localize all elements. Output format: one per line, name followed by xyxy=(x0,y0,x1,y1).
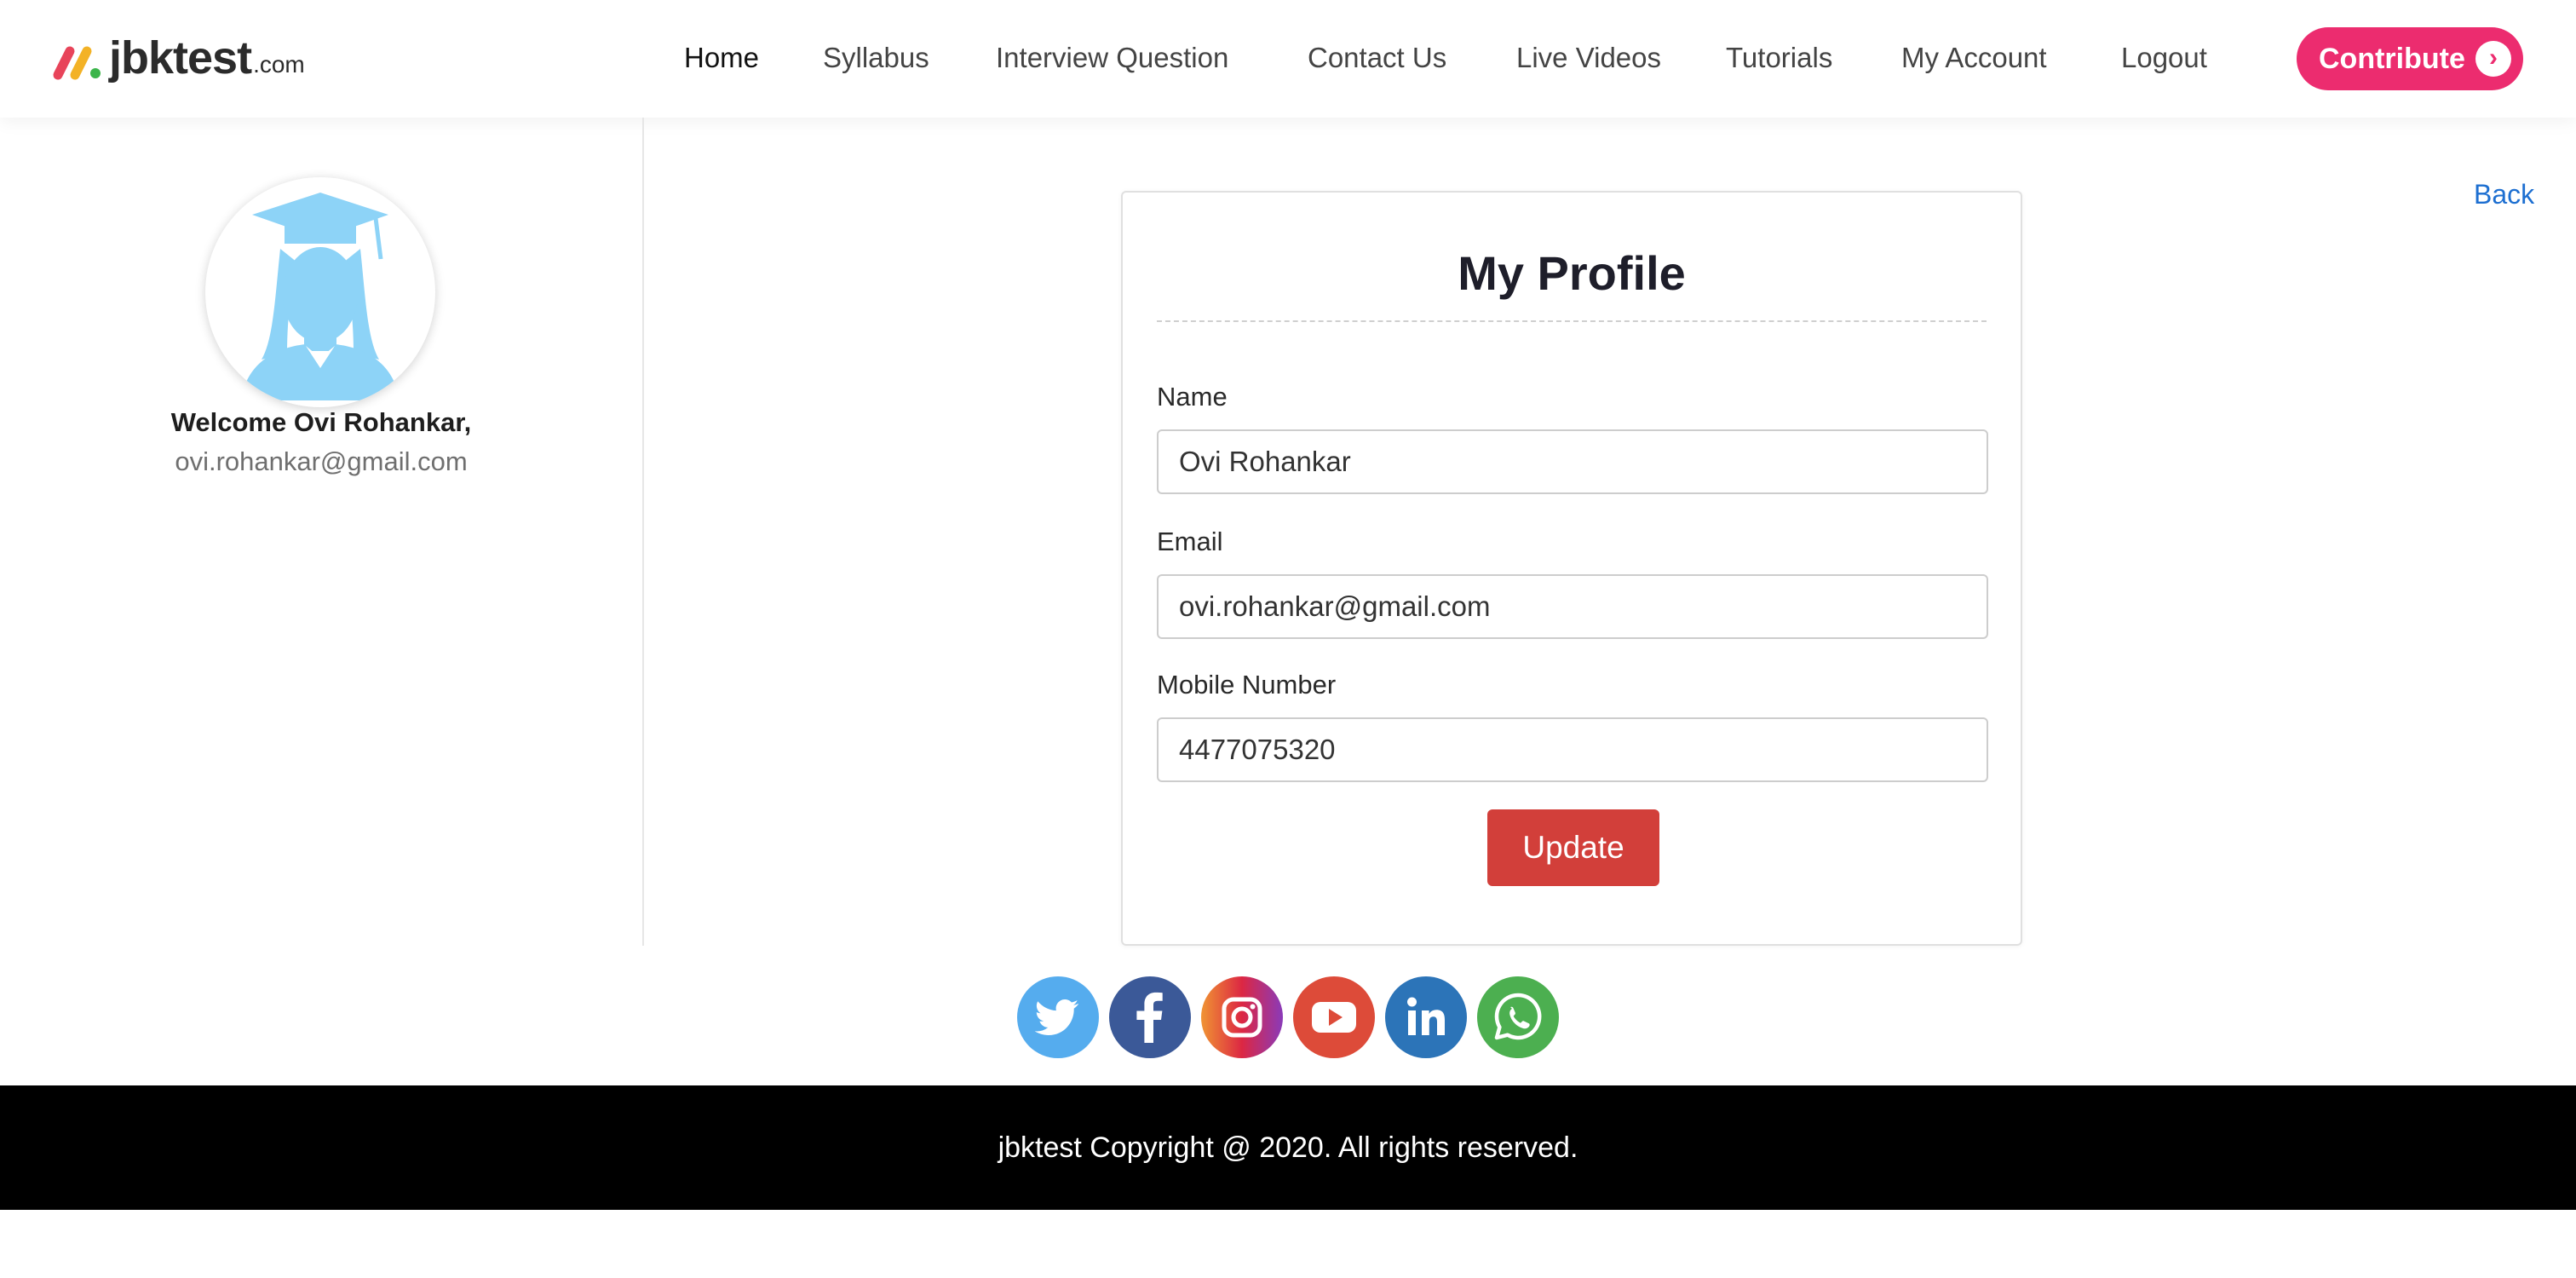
nav-logout[interactable]: Logout xyxy=(2121,36,2207,80)
youtube-icon xyxy=(1293,976,1375,1058)
chevron-right-icon: › xyxy=(2475,41,2511,77)
sidebar-divider xyxy=(642,118,644,946)
back-link[interactable]: Back xyxy=(2474,179,2534,210)
site-footer: jbktest Copyright @ 2020. All rights res… xyxy=(0,1085,2576,1210)
instagram-icon xyxy=(1201,976,1283,1058)
sidebar-email: ovi.rohankar@gmail.com xyxy=(175,446,468,476)
instagram-link[interactable] xyxy=(1201,976,1283,1058)
nav-interview-question[interactable]: Interview Question xyxy=(996,36,1228,80)
nav-contact-us[interactable]: Contact Us xyxy=(1308,36,1446,80)
nav-home[interactable]: Home xyxy=(684,36,759,80)
nav-my-account[interactable]: My Account xyxy=(1901,36,2047,80)
facebook-icon xyxy=(1109,976,1191,1058)
graduate-avatar-icon xyxy=(241,193,400,400)
page-title: My Profile xyxy=(1458,246,1686,300)
linkedin-icon xyxy=(1385,976,1467,1058)
twitter-icon xyxy=(1017,976,1099,1058)
contribute-button[interactable]: Contribute › xyxy=(2297,27,2523,90)
facebook-link[interactable] xyxy=(1109,976,1191,1058)
logo-tld: .com xyxy=(253,51,305,78)
site-logo[interactable]: jbktest .com xyxy=(49,32,305,83)
mobile-label: Mobile Number xyxy=(1157,670,1337,699)
name-input[interactable] xyxy=(1157,429,1988,494)
copyright-text: jbktest Copyright @ 2020. All rights res… xyxy=(998,1131,1578,1164)
profile-card: My Profile Name Email Mobile Number Upda… xyxy=(1121,191,2022,946)
twitter-link[interactable] xyxy=(1017,976,1099,1058)
whatsapp-icon xyxy=(1477,976,1559,1058)
linkedin-link[interactable] xyxy=(1385,976,1467,1058)
name-label: Name xyxy=(1157,382,1228,412)
contribute-label: Contribute xyxy=(2319,42,2465,75)
nav-tutorials[interactable]: Tutorials xyxy=(1726,36,1832,80)
nav-syllabus[interactable]: Syllabus xyxy=(823,36,929,80)
mobile-input[interactable] xyxy=(1157,717,1988,782)
email-input[interactable] xyxy=(1157,574,1988,639)
whatsapp-link[interactable] xyxy=(1477,976,1559,1058)
welcome-text: Welcome Ovi Rohankar, xyxy=(170,407,472,437)
youtube-link[interactable] xyxy=(1293,976,1375,1058)
email-label: Email xyxy=(1157,527,1223,556)
nav-live-videos[interactable]: Live Videos xyxy=(1516,36,1661,80)
logo-mark-icon xyxy=(53,46,101,80)
logo-text: jbktest xyxy=(109,32,252,83)
title-divider xyxy=(1157,320,1987,322)
site-header: jbktest .com Home Syllabus Interview Que… xyxy=(0,0,2576,118)
avatar xyxy=(205,177,435,407)
update-button[interactable]: Update xyxy=(1487,809,1659,886)
